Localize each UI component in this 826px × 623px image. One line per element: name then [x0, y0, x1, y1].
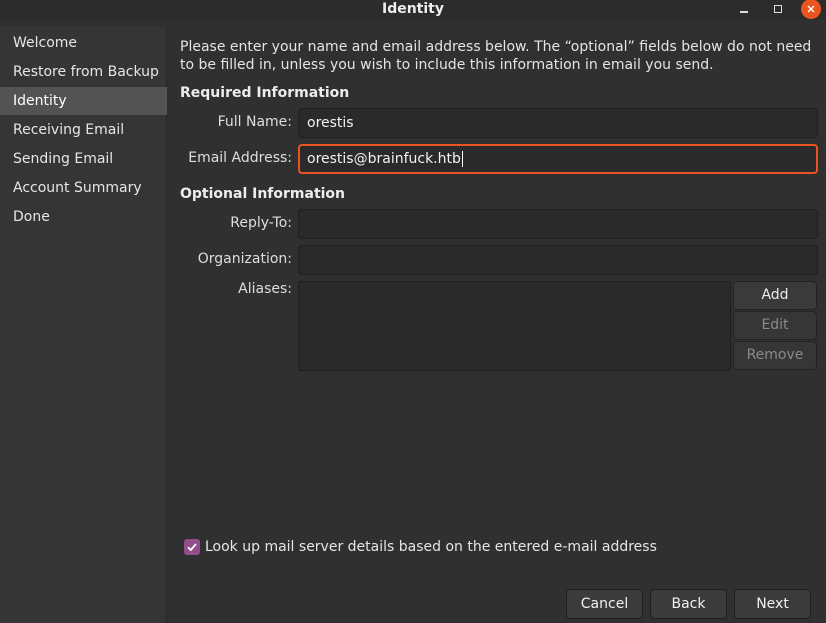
add-alias-button[interactable]: Add — [733, 281, 817, 310]
full-name-value: orestis — [307, 115, 354, 131]
back-button[interactable]: Back — [650, 589, 727, 619]
checkmark-icon — [187, 543, 197, 552]
sidebar-item-identity[interactable]: Identity — [0, 87, 167, 115]
maximize-icon — [774, 5, 782, 13]
sidebar-item-account-summary[interactable]: Account Summary — [0, 174, 167, 202]
sidebar-item-done[interactable]: Done — [0, 203, 167, 231]
email-address-label: Email Address: — [188, 150, 292, 166]
title-bar: Identity — [0, 0, 826, 20]
minimize-icon — [740, 11, 748, 13]
full-name-field[interactable]: orestis — [298, 108, 818, 138]
required-information-heading: Required Information — [180, 85, 350, 101]
minimize-button[interactable] — [733, 0, 755, 18]
remove-alias-button[interactable]: Remove — [733, 341, 817, 370]
email-address-value: orestis@brainfuck.htb — [307, 151, 461, 167]
sidebar-item-sending-email[interactable]: Sending Email — [0, 145, 167, 173]
close-button[interactable] — [801, 0, 821, 19]
organization-label: Organization: — [197, 251, 292, 267]
sidebar-item-receiving-email[interactable]: Receiving Email — [0, 116, 167, 144]
edit-alias-button[interactable]: Edit — [733, 311, 817, 340]
text-cursor — [461, 151, 463, 167]
organization-field[interactable] — [298, 245, 818, 275]
lookup-mail-server-checkbox[interactable] — [184, 539, 200, 555]
next-button[interactable]: Next — [734, 589, 811, 619]
intro-text: Please enter your name and email address… — [180, 39, 812, 73]
lookup-mail-server-label: Look up mail server details based on the… — [205, 539, 657, 555]
aliases-list[interactable] — [298, 281, 731, 371]
window-title: Identity — [381, 1, 444, 17]
sidebar-item-welcome[interactable]: Welcome — [0, 29, 167, 57]
identity-page: Please enter your name and email address… — [168, 20, 826, 623]
close-icon — [807, 5, 815, 13]
aliases-label: Aliases: — [238, 281, 292, 297]
reply-to-field[interactable] — [298, 209, 818, 239]
reply-to-label: Reply-To: — [230, 215, 292, 231]
cancel-button[interactable]: Cancel — [566, 589, 643, 619]
wizard-sidebar: Welcome Restore from Backup Identity Rec… — [0, 27, 167, 623]
lookup-mail-server-option[interactable]: Look up mail server details based on the… — [184, 539, 657, 555]
full-name-label: Full Name: — [217, 114, 292, 130]
maximize-button[interactable] — [767, 0, 789, 18]
sidebar-item-restore-from-backup[interactable]: Restore from Backup — [0, 58, 167, 86]
email-address-field[interactable]: orestis@brainfuck.htb — [298, 144, 818, 174]
optional-information-heading: Optional Information — [180, 186, 346, 202]
